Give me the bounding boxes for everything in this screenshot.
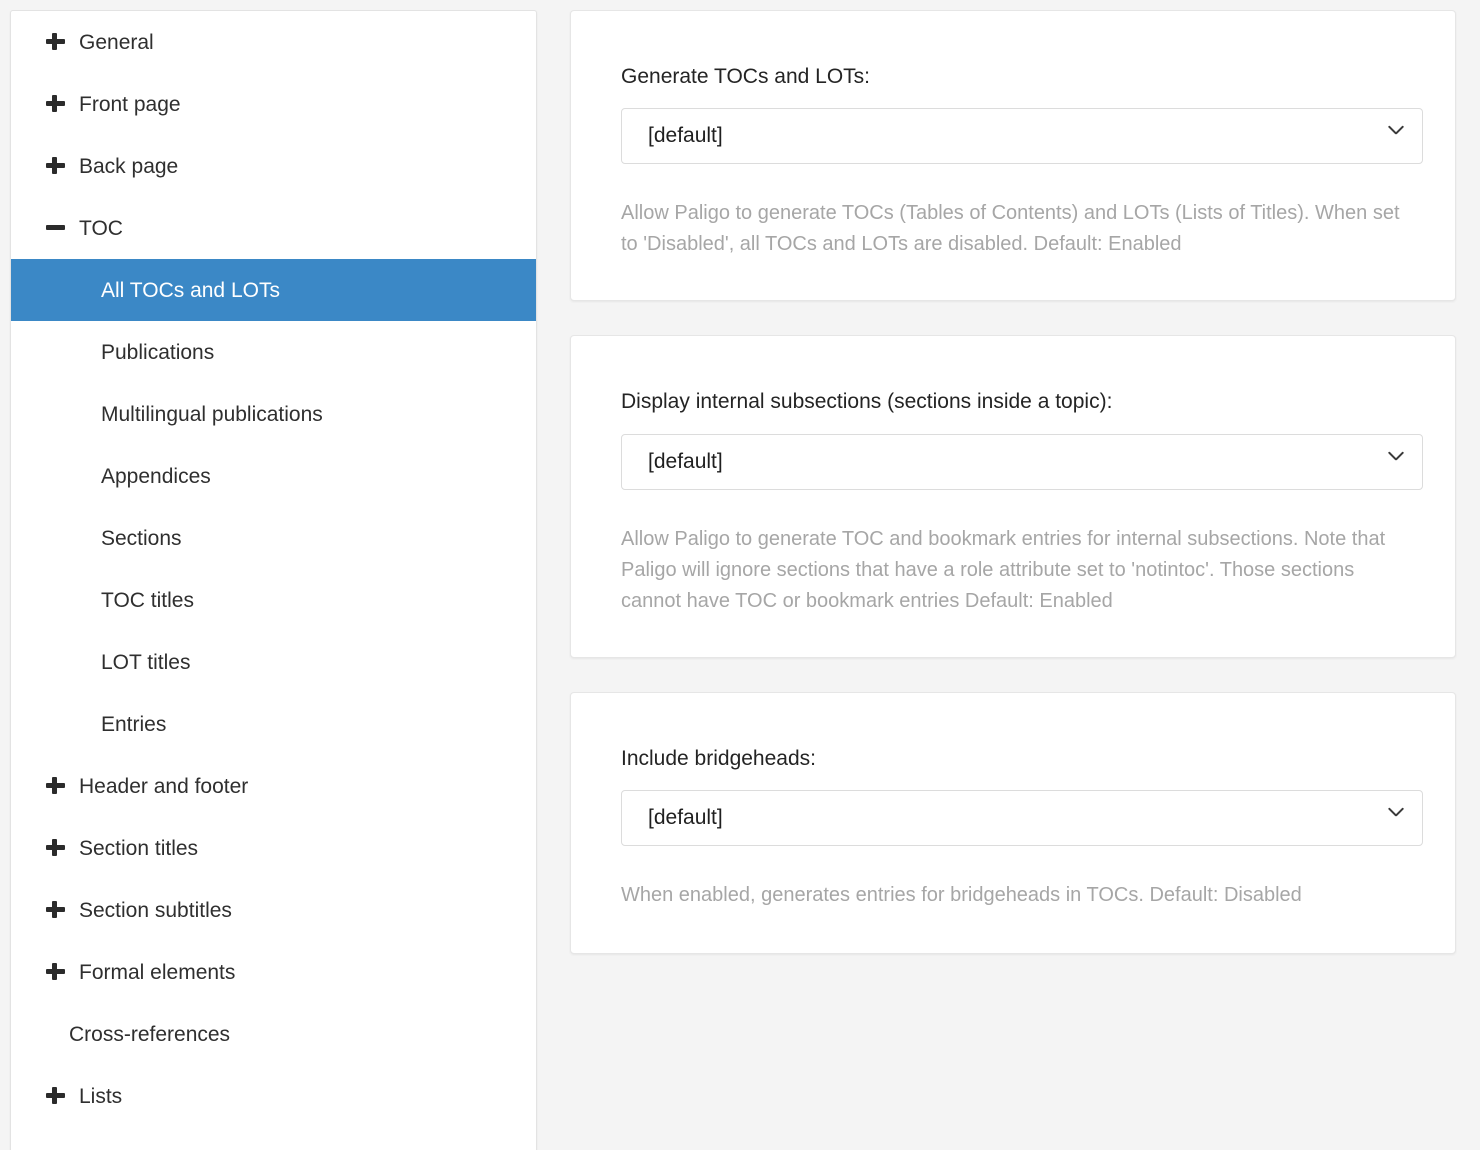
setting-card: Display internal subsections (sections i… bbox=[570, 335, 1456, 657]
sidebar-item-label: Section subtitles bbox=[79, 900, 232, 921]
sidebar-item-publications[interactable]: Publications bbox=[11, 321, 536, 383]
sidebar-item-label: Lists bbox=[79, 1086, 122, 1107]
sidebar-item-lists[interactable]: Lists bbox=[11, 1065, 536, 1127]
setting-label: Display internal subsections (sections i… bbox=[621, 388, 1405, 415]
setting-select[interactable]: [default] bbox=[621, 790, 1423, 846]
sidebar-item-label: Publications bbox=[101, 342, 214, 363]
sidebar-item-section-subtitles[interactable]: Section subtitles bbox=[11, 879, 536, 941]
plus-icon[interactable] bbox=[45, 899, 67, 921]
setting-card: Generate TOCs and LOTs: [default] Allow Pa… bbox=[570, 10, 1456, 301]
sidebar-item-toc[interactable]: TOC bbox=[11, 197, 536, 259]
plus-icon[interactable] bbox=[45, 1085, 67, 1107]
settings-content: Generate TOCs and LOTs: [default] Allow Pa… bbox=[570, 10, 1456, 988]
sidebar-item-formal-elements[interactable]: Formal elements bbox=[11, 941, 536, 1003]
sidebar-item-appendices[interactable]: Appendices bbox=[11, 445, 536, 507]
sidebar-item-label: TOC bbox=[79, 218, 123, 239]
sidebar-item-label: Header and footer bbox=[79, 776, 248, 797]
setting-select-wrapper: [default] bbox=[621, 108, 1423, 164]
sidebar-item-label: Cross-references bbox=[69, 1024, 230, 1045]
sidebar-item-label: All TOCs and LOTs bbox=[101, 280, 280, 301]
sidebar-item-label: Sections bbox=[101, 528, 182, 549]
sidebar-item-label: Multilingual publications bbox=[101, 404, 323, 425]
sidebar-item-front-page[interactable]: Front page bbox=[11, 73, 536, 135]
sidebar-nav-list: General Front page Back page TOC All TOCs an… bbox=[11, 11, 536, 1127]
sidebar-item-entries[interactable]: Entries bbox=[11, 693, 536, 755]
sidebar-item-lot-titles[interactable]: LOT titles bbox=[11, 631, 536, 693]
settings-sidebar: General Front page Back page TOC All TOCs an… bbox=[10, 10, 537, 1150]
setting-help-text: When enabled, generates entries for brid… bbox=[621, 880, 1405, 911]
plus-icon[interactable] bbox=[45, 31, 67, 53]
sidebar-item-label: Entries bbox=[101, 714, 166, 735]
sidebar-item-general[interactable]: General bbox=[11, 11, 536, 73]
sidebar-item-label: Formal elements bbox=[79, 962, 235, 983]
minus-icon[interactable] bbox=[45, 217, 67, 239]
setting-select-wrapper: [default] bbox=[621, 434, 1423, 490]
setting-help-text: Allow Paligo to generate TOC and bookmar… bbox=[621, 524, 1405, 617]
sidebar-item-cross-references[interactable]: Cross-references bbox=[11, 1003, 536, 1065]
setting-select[interactable]: [default] bbox=[621, 108, 1423, 164]
sidebar-item-toc-titles[interactable]: TOC titles bbox=[11, 569, 536, 631]
setting-select[interactable]: [default] bbox=[621, 434, 1423, 490]
setting-label: Include bridgeheads: bbox=[621, 745, 1405, 772]
sidebar-item-label: Front page bbox=[79, 94, 181, 115]
settings-page: General Front page Back page TOC All TOCs an… bbox=[0, 0, 1480, 1150]
setting-select-wrapper: [default] bbox=[621, 790, 1423, 846]
sidebar-item-sections[interactable]: Sections bbox=[11, 507, 536, 569]
plus-icon[interactable] bbox=[45, 837, 67, 859]
sidebar-item-section-titles[interactable]: Section titles bbox=[11, 817, 536, 879]
sidebar-item-label: LOT titles bbox=[101, 652, 190, 673]
sidebar-item-back-page[interactable]: Back page bbox=[11, 135, 536, 197]
sidebar-item-label: Back page bbox=[79, 156, 178, 177]
plus-icon[interactable] bbox=[45, 93, 67, 115]
plus-icon[interactable] bbox=[45, 775, 67, 797]
setting-help-text: Allow Paligo to generate TOCs (Tables of… bbox=[621, 198, 1405, 260]
setting-label: Generate TOCs and LOTs: bbox=[621, 63, 1405, 90]
sidebar-item-label: General bbox=[79, 32, 154, 53]
sidebar-item-all-tocs-and-lots[interactable]: All TOCs and LOTs bbox=[11, 259, 536, 321]
sidebar-item-label: Section titles bbox=[79, 838, 198, 859]
plus-icon[interactable] bbox=[45, 961, 67, 983]
sidebar-item-header-and-footer[interactable]: Header and footer bbox=[11, 755, 536, 817]
plus-icon[interactable] bbox=[45, 155, 67, 177]
sidebar-item-multilingual-publications[interactable]: Multilingual publications bbox=[11, 383, 536, 445]
setting-card: Include bridgeheads: [default] When enable… bbox=[570, 692, 1456, 954]
sidebar-item-label: TOC titles bbox=[101, 590, 194, 611]
sidebar-item-label: Appendices bbox=[101, 466, 211, 487]
